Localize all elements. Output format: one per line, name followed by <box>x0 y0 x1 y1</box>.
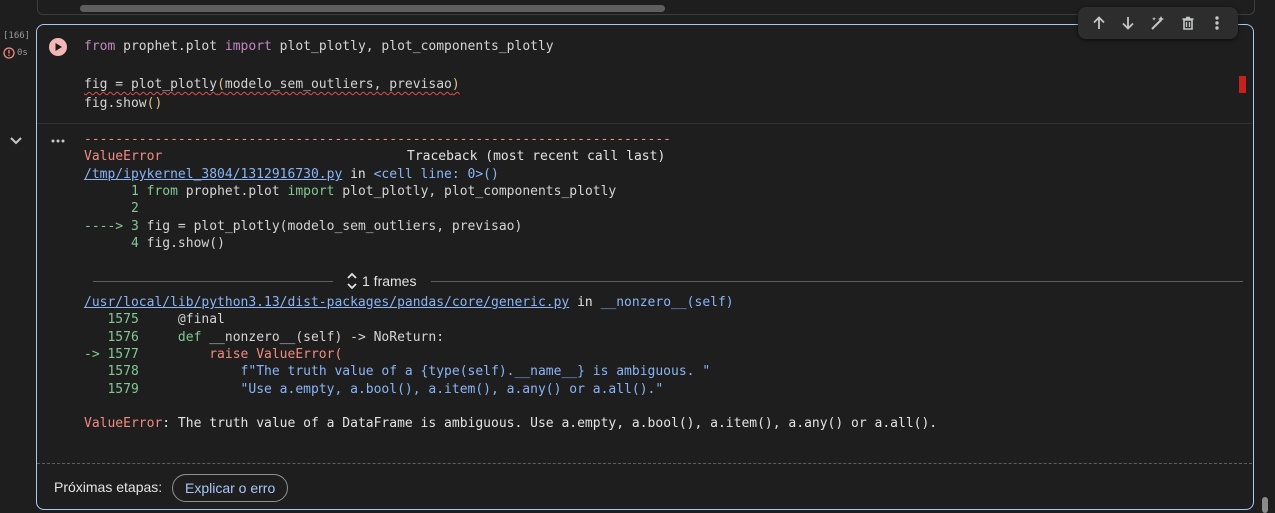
frames-divider-left <box>93 281 333 282</box>
code-token: modelo_sem_outliers, previsao <box>224 77 452 92</box>
code-token: fig.show <box>84 96 147 111</box>
collapse-output-button[interactable] <box>8 132 24 148</box>
error-name: ValueError <box>84 149 163 164</box>
line-number: 1579 <box>84 382 241 397</box>
line-number: 1 <box>84 184 147 199</box>
line-number: 1575 <box>84 312 178 327</box>
traceback-location-1: /tmp/ipykernel_3804/1312916730.py in <ce… <box>84 166 499 183</box>
more-horiz-icon <box>51 139 65 143</box>
code-token: ( <box>217 77 225 92</box>
traceback-in: in <box>569 295 601 310</box>
code-token: () <box>146 96 163 111</box>
code-token: from <box>146 184 178 199</box>
unfold-icon <box>347 272 357 290</box>
traceback-line: 2 <box>84 201 139 216</box>
traceback-line: 4 fig.show() <box>84 235 225 252</box>
play-icon <box>55 43 62 51</box>
code-token: raise ValueError( <box>209 347 343 362</box>
code-token: "Use a.empty, a.bool(), a.item(), a.any(… <box>240 382 664 397</box>
arrow-down-icon <box>1122 17 1135 30</box>
traceback-line: 1576 def __nonzero__(self) -> NoReturn: <box>84 329 444 346</box>
code-token: from <box>84 39 116 54</box>
code-token: plot_plotly, plot_components_plotly <box>271 39 554 54</box>
code-line-4[interactable]: fig.show() <box>84 95 162 112</box>
move-cell-up-button[interactable] <box>1086 10 1112 36</box>
delete-cell-button[interactable] <box>1175 10 1201 36</box>
code-token: fig = <box>84 77 131 92</box>
traceback-file-link[interactable]: /usr/local/lib/python3.13/dist-packages/… <box>84 295 569 310</box>
code-token: ) <box>451 77 460 92</box>
execution-count: [166] <box>3 31 31 41</box>
more-actions-button[interactable] <box>1204 10 1230 36</box>
delete-icon <box>1182 16 1194 30</box>
chevron-down-icon <box>10 137 22 145</box>
expand-frames-button[interactable]: 1 frames <box>346 271 416 291</box>
code-token: import <box>287 184 335 199</box>
final-error-message: ValueError: The truth value of a DataFra… <box>84 415 937 432</box>
more-vert-icon <box>1215 16 1219 30</box>
run-cell-button[interactable] <box>49 38 67 56</box>
current-line-arrow: ----> 3 <box>84 219 147 234</box>
output-actions-button[interactable] <box>50 132 66 144</box>
error-text: : The truth value of a DataFrame is ambi… <box>162 416 938 431</box>
edit-wand-button[interactable] <box>1145 10 1171 36</box>
error-circle-icon <box>3 47 15 59</box>
code-cell[interactable] <box>36 24 1254 510</box>
footer-divider <box>37 463 1252 464</box>
frames-label: 1 frames <box>362 273 417 289</box>
traceback-line: 1579 "Use a.empty, a.bool(), a.item(), a… <box>84 381 663 398</box>
traceback-file-link[interactable]: /tmp/ipykernel_3804/1312916730.py <box>84 167 342 182</box>
traceback-line-current: ----> 3 fig = plot_plotly(modelo_sem_out… <box>84 218 522 235</box>
error-name: ValueError <box>84 416 163 431</box>
code-token: plot_plotly <box>130 77 218 92</box>
explain-error-button[interactable]: Explicar o erro <box>172 474 289 502</box>
error-marker <box>1239 76 1246 93</box>
move-cell-down-button[interactable] <box>1115 10 1141 36</box>
arrow-up-icon <box>1093 16 1105 29</box>
line-number: 1576 <box>84 330 178 345</box>
horizontal-scrollbar[interactable] <box>80 5 665 12</box>
traceback-line-current: -> 1577 raise ValueError( <box>84 346 342 363</box>
edit-wand-icon <box>1151 16 1164 30</box>
code-token: prophet.plot <box>115 39 225 54</box>
next-steps-label: Próximas etapas: <box>54 479 163 495</box>
line-number: 4 <box>84 236 147 251</box>
line-number: 1578 <box>84 364 241 379</box>
code-token: import <box>224 39 272 54</box>
code-token: fig = plot_plotly(modelo_sem_outliers, p… <box>146 219 523 234</box>
code-token: plot_plotly, plot_components_plotly <box>334 184 617 199</box>
code-token: f"The truth value of a {type(self).__nam… <box>240 364 711 379</box>
code-token: prophet.plot <box>177 184 288 199</box>
output-divider <box>37 123 1252 124</box>
traceback-location-2: /usr/local/lib/python3.13/dist-packages/… <box>84 294 734 311</box>
vertical-scrollbar[interactable] <box>1262 497 1268 513</box>
frames-divider-right <box>431 281 1243 282</box>
code-line-1[interactable]: from prophet.plot import plot_plotly, pl… <box>84 38 554 55</box>
traceback-line: 1575 @final <box>84 311 225 328</box>
traceback-line: 1 from prophet.plot import plot_plotly, … <box>84 183 616 200</box>
code-token: @final <box>177 312 225 327</box>
code-token: __nonzero__(self) -> NoReturn: <box>201 330 445 345</box>
execution-time: 0s <box>17 48 28 58</box>
traceback-separator: ----------------------------------------… <box>84 132 671 147</box>
cell-toolbar <box>1078 7 1238 39</box>
line-number: -> 1577 <box>84 347 210 362</box>
traceback-line: 1578 f"The truth value of a {type(self).… <box>84 363 710 380</box>
code-token: def <box>177 330 202 345</box>
traceback-function: __nonzero__(self) <box>600 295 734 310</box>
execution-status: 0s <box>3 47 28 59</box>
traceback-header: Traceback (most recent call last) <box>407 149 666 164</box>
traceback-function: <cell line: 0>() <box>373 167 499 182</box>
code-token: fig.show() <box>146 236 225 251</box>
traceback-in: in <box>342 167 374 182</box>
code-line-3[interactable]: fig = plot_plotly(modelo_sem_outliers, p… <box>84 76 460 93</box>
